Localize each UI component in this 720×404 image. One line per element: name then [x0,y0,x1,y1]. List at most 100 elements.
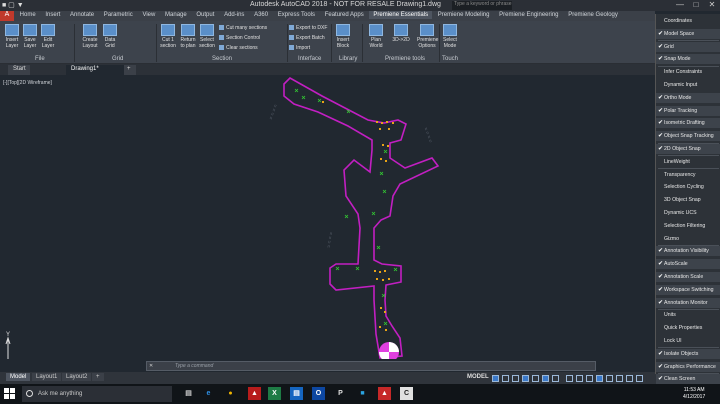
menu-item-coordinates[interactable]: Coordinates [656,16,720,26]
tab-annotate[interactable]: Annotate [66,11,98,19]
help-search-input[interactable]: Type a keyword or phrase [452,1,512,10]
outlook-icon[interactable]: ▤ [290,387,303,400]
autocad-icon[interactable]: ▲ [378,387,391,400]
layout-tab-layout1[interactable]: Layout1 [32,373,62,381]
quick-access-toolbar[interactable]: ■ ▢ ▼ [2,1,24,9]
osnap-icon[interactable] [552,375,559,382]
isolate-objects-icon[interactable] [596,375,603,382]
app-icon[interactable]: ■ [356,387,369,400]
drawing-viewport[interactable]: = = = = = = = = = = = = Y [0,75,655,366]
close-command-line-icon[interactable]: ✕ [149,363,153,369]
insert-block-button[interactable]: Insert Block [333,24,353,49]
clear-sections-button[interactable]: Clear sections [219,45,258,51]
menu-item-infer-constraints[interactable]: Infer Constraints [656,67,720,77]
tab-output[interactable]: Output [192,11,218,19]
windows-start-icon[interactable] [4,388,16,400]
menu-item-selection-filtering[interactable]: Selection Filtering [656,221,720,231]
tab-manage[interactable]: Manage [161,11,191,19]
menu-item-workspace-switching[interactable]: ✔ Workspace Switching [656,284,720,295]
tab-premiene-modeling[interactable]: Premiene Modeling [434,11,494,19]
menu-item-lineweight[interactable]: LineWeight [656,157,720,167]
annotation-monitor-icon[interactable] [586,375,593,382]
premiene-options-button[interactable]: Premiene Options [417,24,438,49]
tab-a360[interactable]: A360 [250,11,272,19]
new-tab-button[interactable]: + [124,65,136,75]
menu-item-annotation-scale[interactable]: ✔ Annotation Scale [656,272,720,282]
osnap-tracking-icon[interactable] [542,375,549,382]
menu-item-3d-object-snap[interactable]: 3D Object Snap [656,195,720,205]
add-layout-button[interactable]: + [92,373,104,381]
app-icon[interactable]: C [400,387,413,400]
menu-item-annotation-monitor[interactable]: ✔ Annotation Monitor [656,297,720,308]
tab-parametric[interactable]: Parametric [100,11,137,19]
menu-item-grid[interactable]: ✔ Grid [656,41,720,52]
snap-toggle-icon[interactable] [502,375,509,382]
export-batch-button[interactable]: Export Batch [289,35,325,41]
menu-item-lock-ui[interactable]: Lock UI [656,336,720,346]
close-button[interactable]: ✕ [704,0,720,11]
annotation-scale-icon[interactable] [566,375,573,382]
menu-item-ortho-mode[interactable]: ✔ Ortho Mode [656,92,720,103]
select-mode-button[interactable]: Select Mode [440,24,460,49]
menu-item-units[interactable]: Units [656,310,720,320]
tab-home[interactable]: Home [16,11,40,19]
grid-toggle-icon[interactable] [492,375,499,382]
quick-properties-icon[interactable] [636,375,643,382]
app-icon[interactable]: O [312,387,325,400]
menu-item-clean-screen[interactable]: ✔ Clean Screen [656,374,720,385]
export-to-dxf-button[interactable]: Export to DXF [289,25,327,31]
menu-item-gizmo[interactable]: Gizmo [656,234,720,244]
menu-item-selection-cycling[interactable]: Selection Cycling [656,182,720,192]
cut-one-section-button[interactable]: Cut 1 section [158,24,178,49]
tab-drawing1[interactable]: Drawing1* [66,65,124,75]
menu-item-isolate-objects[interactable]: ✔ Isolate Objects [656,348,720,359]
menu-item-object-snap-tracking[interactable]: ✔ Object Snap Tracking [656,131,720,142]
drawing-canvas[interactable]: = = = = = = = = = = = = Y [0,75,655,366]
tab-insert[interactable]: Insert [41,11,64,19]
menu-item-annotation-visibility[interactable]: ✔ Annotation Visibility [656,246,720,257]
tab-view[interactable]: View [138,11,159,19]
tab-featured-apps[interactable]: Featured Apps [321,11,368,19]
autocad-icon[interactable]: ▲ [248,387,261,400]
minimize-button[interactable]: — [672,0,688,11]
ucs-origin-marker[interactable] [379,342,399,362]
tab-add-ins[interactable]: Add-ins [220,11,248,19]
menu-item-isometric-drafting[interactable]: ✔ Isometric Drafting [656,118,720,129]
menu-item-model-space[interactable]: ✔ Model Space [656,28,720,39]
polar-toggle-icon[interactable] [522,375,529,382]
taskbar-search-box[interactable]: Ask me anything [22,386,172,402]
app-icon[interactable]: P [334,387,347,400]
menu-item-transparency[interactable]: Transparency [656,170,720,180]
menu-item-dynamic-ucs[interactable]: Dynamic UCS [656,208,720,218]
plan-world-button[interactable]: Plan World [366,24,386,49]
workspace-icon[interactable] [576,375,583,382]
excel-icon[interactable]: X [268,387,281,400]
tab-premiene-essentials[interactable]: Premiene Essentials [369,11,433,19]
task-view-icon[interactable]: ▤ [182,387,195,400]
layout-tab-layout2[interactable]: Layout2 [62,373,92,381]
cut-many-sections-button[interactable]: Cut many sections [219,25,267,31]
command-input[interactable]: Type a command [175,363,585,370]
edge-icon[interactable]: e [202,387,215,400]
isodraft-toggle-icon[interactable] [532,375,539,382]
menu-item-polar-tracking[interactable]: ✔ Polar Tracking [656,105,720,116]
chrome-icon[interactable]: ● [224,387,237,400]
taskbar-clock[interactable]: 11:53 AM 4/12/2017 [683,387,705,401]
3d-to-2d-button[interactable]: 3D->2D [391,24,411,43]
insert-layer-button[interactable]: Insert Layer [2,24,22,49]
application-menu-icon[interactable]: A [0,11,14,21]
hardware-acceleration-icon[interactable] [616,375,623,382]
tab-start[interactable]: Start [8,65,30,75]
tab-premiene-engineering[interactable]: Premiene Engineering [495,11,562,19]
menu-item-graphics-performance[interactable]: ✔ Graphics Performance [656,361,720,372]
menu-item-autoscale[interactable]: ✔ AutoScale [656,259,720,270]
menu-item-dynamic-input[interactable]: Dynamic Input [656,80,720,90]
create-layout-button[interactable]: Create Layout [80,24,100,49]
data-grid-button[interactable]: Data Grid [100,24,120,49]
tab-premiene-geology[interactable]: Premiene Geology [564,11,622,19]
menu-item-2d-object-snap[interactable]: ✔ 2D Object Snap [656,144,720,154]
select-section-button[interactable]: Select section [197,24,217,49]
maximize-button[interactable]: □ [688,0,704,11]
lock-ui-icon[interactable] [606,375,613,382]
import-button[interactable]: Import [289,45,310,51]
